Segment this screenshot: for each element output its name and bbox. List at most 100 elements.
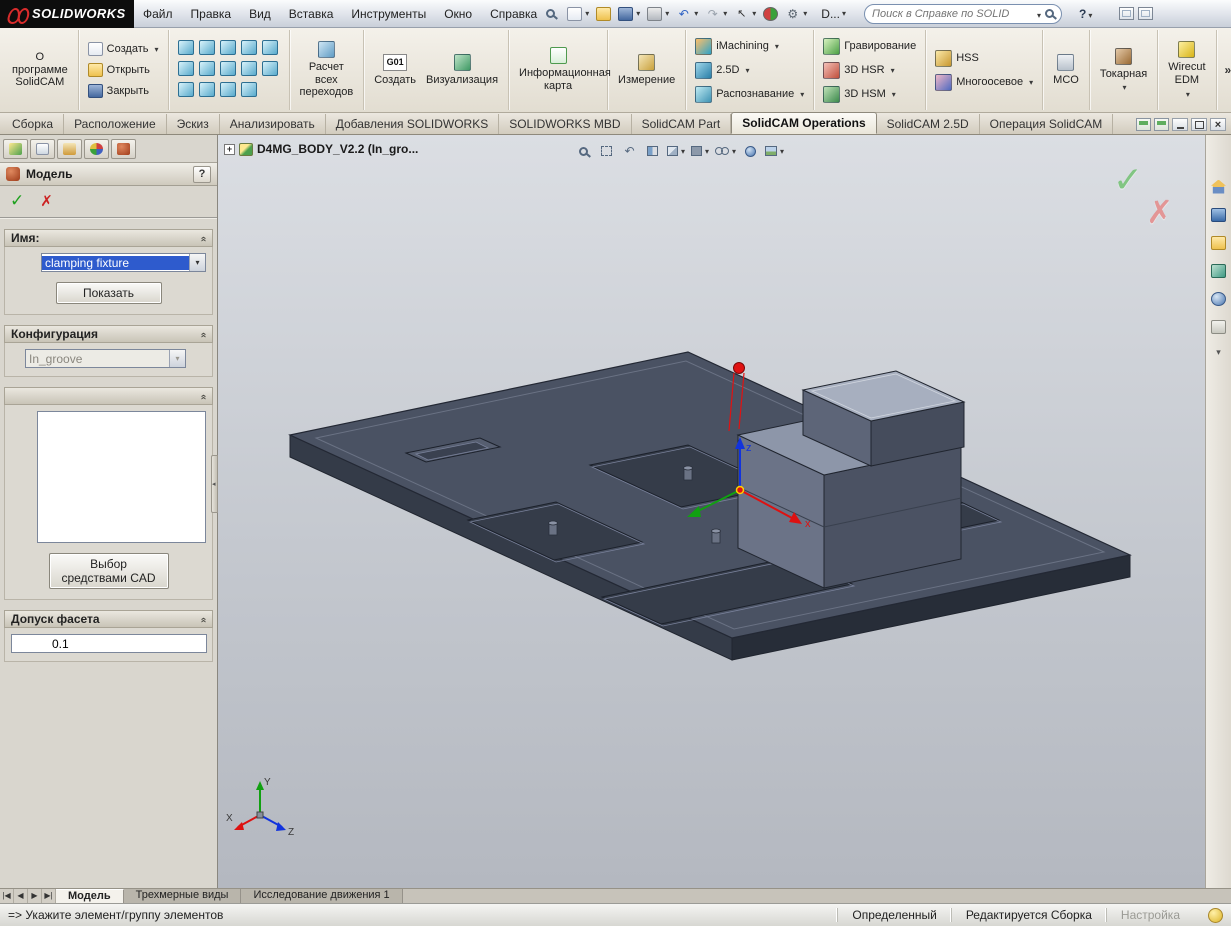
geometry-tool-icon[interactable] [219,40,236,55]
save-button[interactable] [616,5,642,23]
tab-sketch[interactable]: Эскиз [167,114,220,134]
previous-view-button[interactable]: ↶ [619,141,640,161]
menu-tools[interactable]: Инструменты [342,1,435,27]
combo-dropdown-icon[interactable] [169,350,185,367]
geometry-tool-icon[interactable] [261,40,278,55]
ribbon-overflow-button[interactable]: » [1217,30,1231,110]
geometry-tool-icon[interactable] [219,82,236,97]
apply-scene-button[interactable] [763,141,786,161]
geometry-tool-icon[interactable] [219,61,236,76]
view-orientation-button[interactable] [665,141,687,161]
geometry-tool-icon[interactable] [177,61,194,76]
combo-dropdown-icon[interactable] [189,254,205,271]
about-solidcam-button[interactable]: О программе SolidCAM [7,48,73,92]
measure-button[interactable]: Измерение [613,51,680,90]
simulation-button[interactable]: Визуализация [421,51,503,90]
tree-expand-icon[interactable] [224,143,235,155]
feature-tree-root[interactable]: D4MG_BODY_V2.2 (In_gro... [224,142,418,156]
locating-pin[interactable] [683,465,693,481]
tab-solidcam-25d[interactable]: SolidCAM 2.5D [877,114,980,134]
group-header-name[interactable]: Имя: [4,229,213,247]
restore-icon[interactable] [1191,118,1207,131]
undo-button[interactable]: ↶ [674,5,700,23]
panel-collapse-handle[interactable] [211,455,218,513]
calculate-operations-button[interactable]: Расчет всех переходов [295,38,359,102]
wirecut-edm-button[interactable]: Wirecut EDM [1163,38,1210,101]
geometry-tool-icon[interactable] [240,40,257,55]
search-scope-dropdown-icon[interactable] [1035,7,1041,21]
status-customize-button[interactable]: Настройка [1105,908,1194,922]
featuremanager-tab[interactable] [3,139,28,159]
3d-views-tab[interactable]: Трехмерные виды [123,889,242,903]
geometry-tool-icon[interactable] [198,82,215,97]
hsm-3d-button[interactable]: 3D HSM [819,84,920,105]
section-view-button[interactable] [642,141,663,161]
window-split-icon[interactable] [1138,7,1154,20]
tab-mbd[interactable]: SOLIDWORKS MBD [499,114,632,134]
configurationmanager-tab[interactable] [57,139,82,159]
group-header-configuration[interactable]: Конфигурация [4,325,213,343]
geometry-tool-icon[interactable] [198,40,215,55]
rebuild-button[interactable] [761,5,780,23]
tab-addins[interactable]: Добавления SOLIDWORKS [326,114,500,134]
dimxpert-tab[interactable] [84,139,109,159]
ok-check-icon[interactable] [10,191,24,211]
geometry-tool-icon[interactable] [177,82,194,97]
group-header-selection[interactable] [4,387,213,405]
zoom-area-button[interactable] [596,141,617,161]
tab-layout[interactable]: Расположение [64,114,167,134]
confirmation-corner-cancel-icon[interactable]: ✗ [1146,193,1173,231]
tab-solidcam-operations[interactable]: SolidCAM Operations [731,112,877,134]
tab-evaluate[interactable]: Анализировать [220,114,326,134]
configuration-combobox[interactable]: In_groove [25,349,186,368]
new-document-button[interactable] [565,5,591,23]
hss-button[interactable]: HSS [931,48,1037,69]
create-camfile-button[interactable]: Создать [84,40,163,58]
document-icon-small[interactable] [1154,118,1169,131]
geometry-tool-icon[interactable] [177,40,194,55]
panel-help-button[interactable]: ? [193,165,211,183]
open-button[interactable] [594,5,613,23]
menu-file[interactable]: Файл [134,1,182,27]
show-button[interactable]: Показать [55,282,162,304]
open-camfile-button[interactable]: Открыть [84,61,163,79]
minimize-icon[interactable] [1172,118,1188,131]
tab-solidcam-operation[interactable]: Операция SolidCAM [980,114,1114,134]
group-header-tolerance[interactable]: Допуск фасета [4,610,213,628]
info-card-button[interactable]: Информационная карта [514,44,611,95]
turning-button[interactable]: Токарная [1095,45,1152,96]
print-button[interactable] [645,5,671,23]
status-badge-icon[interactable] [1208,907,1223,923]
propertymanager-tab[interactable] [30,139,55,159]
imachining-button[interactable]: iMachining [691,36,808,57]
selection-listbox[interactable] [37,411,206,543]
tab-scroll-first-button[interactable]: |◀ [0,889,14,903]
tab-scroll-last-button[interactable]: ▶| [42,889,56,903]
gcode-generate-button[interactable]: G01 Создать [369,51,421,90]
tab-solidcam-part[interactable]: SolidCAM Part [632,114,732,134]
cad-selection-button[interactable]: Выбор средствами CAD [48,553,169,589]
tab-scroll-right-button[interactable]: ▶ [28,889,42,903]
close-camfile-button[interactable]: Закрыть [84,82,163,100]
geometry-tool-icon[interactable] [261,61,278,76]
model-canvas[interactable]: z x X Y Z [218,135,1205,888]
window-layout-icon[interactable] [1119,7,1135,20]
edit-appearance-button[interactable] [740,141,761,161]
redo-button[interactable]: ↷ [703,5,729,23]
options-button[interactable]: ⚙ [783,5,809,23]
select-button[interactable]: ↖ [732,5,758,23]
hide-show-items-button[interactable] [713,141,738,161]
document-icon-small[interactable] [1136,118,1151,131]
mco-button[interactable]: MCO [1048,51,1084,90]
search-icon[interactable] [1044,9,1054,18]
file-explorer-button[interactable] [1209,233,1229,252]
solidworks-resources-button[interactable] [1209,177,1229,196]
hsr-3d-button[interactable]: 3D HSR [819,60,920,81]
geometry-tool-icon[interactable] [240,61,257,76]
display-style-button[interactable] [689,141,711,161]
facet-tolerance-input[interactable] [11,634,207,653]
menu-search-icon[interactable] [546,9,556,18]
zoom-fit-button[interactable] [573,141,594,161]
displaymanager-tab[interactable] [111,139,136,159]
model-tab[interactable]: Модель [56,889,124,903]
